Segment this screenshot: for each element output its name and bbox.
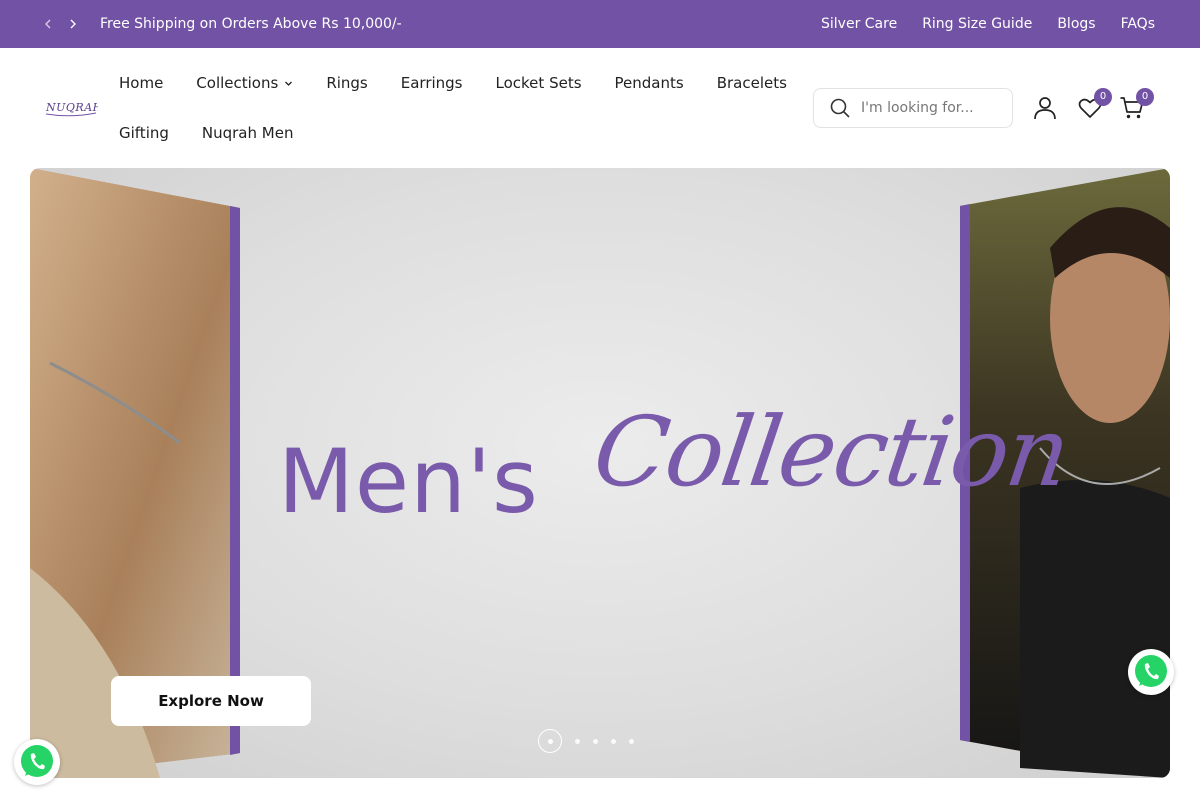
whatsapp-chat-button-right[interactable] (1128, 649, 1174, 695)
user-icon (1034, 97, 1056, 120)
nav-item-home[interactable]: Home (119, 74, 163, 92)
whatsapp-icon (1135, 655, 1167, 687)
whatsapp-chat-button-left[interactable] (14, 739, 60, 785)
nav-item-gifting[interactable]: Gifting (119, 124, 169, 142)
slide-dot-2[interactable] (575, 738, 580, 744)
search-input[interactable] (861, 100, 1001, 116)
nav-item-pendants[interactable]: Pendants (615, 74, 684, 92)
link-silver-care[interactable]: Silver Care (821, 15, 897, 33)
announcement-bar: Free Shipping on Orders Above Rs 10,000/… (0, 0, 1200, 48)
nav-item-locket-sets[interactable]: Locket Sets (496, 74, 582, 92)
search-box[interactable] (813, 88, 1013, 128)
nav-item-earrings[interactable]: Earrings (401, 74, 463, 92)
nav-item-nuqrah-men[interactable]: Nuqrah Men (202, 124, 294, 142)
slide-dot-5[interactable] (629, 738, 634, 744)
topbar-links: Silver Care Ring Size Guide Blogs FAQs (821, 15, 1155, 33)
nav-row-1: Home Collections Rings Earrings Locket S… (119, 74, 787, 92)
brand-logo[interactable]: NUQRAH (44, 96, 102, 118)
hero-headline: Men's (278, 430, 539, 533)
cart-count-badge: 0 (1136, 88, 1154, 106)
cart-button[interactable]: 0 (1119, 88, 1154, 121)
nav-item-rings[interactable]: Rings (326, 74, 367, 92)
nav-row-2: Gifting Nuqrah Men (119, 124, 293, 142)
explore-now-button[interactable]: Explore Now (111, 676, 311, 726)
link-faqs[interactable]: FAQs (1121, 15, 1155, 33)
account-button[interactable] (1032, 95, 1058, 121)
chevron-down-icon (285, 81, 293, 86)
slider-pagination (538, 729, 634, 753)
chevron-right-icon[interactable] (63, 14, 83, 34)
nav-item-bracelets[interactable]: Bracelets (717, 74, 787, 92)
search-icon[interactable] (829, 97, 851, 119)
svg-text:NUQRAH: NUQRAH (45, 101, 98, 114)
link-blogs[interactable]: Blogs (1057, 15, 1095, 33)
wishlist-count-badge: 0 (1094, 88, 1112, 106)
slide-dot-3[interactable] (593, 738, 598, 744)
whatsapp-icon (21, 745, 53, 777)
link-ring-size-guide[interactable]: Ring Size Guide (922, 15, 1032, 33)
chevron-left-icon[interactable] (38, 14, 58, 34)
slide-dot-4[interactable] (611, 738, 616, 744)
shipping-promo-text: Free Shipping on Orders Above Rs 10,000/… (100, 16, 402, 32)
nav-item-collections-label: Collections (196, 74, 279, 92)
hero-script-title: Collection (587, 396, 1076, 508)
slide-dot-1[interactable] (538, 729, 562, 753)
wishlist-button[interactable]: 0 (1077, 88, 1112, 121)
nav-item-collections[interactable]: Collections (196, 74, 293, 92)
